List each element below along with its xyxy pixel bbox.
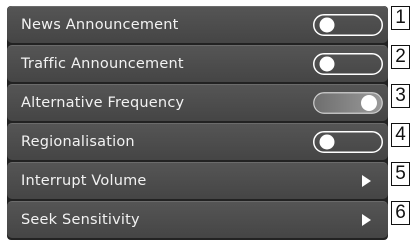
setting-label: Traffic Announcement xyxy=(21,56,184,72)
setting-row-seek-sensitivity[interactable]: Seek Sensitivity xyxy=(7,201,388,238)
callout-number: 5 xyxy=(391,162,410,186)
setting-label: Interrupt Volume xyxy=(21,173,147,189)
callout-number: 4 xyxy=(391,123,410,147)
callout-number: 1 xyxy=(391,6,410,30)
callout-number: 3 xyxy=(391,84,410,108)
setting-row-traffic-announcement[interactable]: Traffic Announcement xyxy=(7,45,388,82)
toggle-switch-off[interactable] xyxy=(313,131,383,153)
chevron-right-icon xyxy=(361,214,371,226)
setting-label: Seek Sensitivity xyxy=(21,212,140,228)
setting-row-news-announcement[interactable]: News Announcement xyxy=(7,6,388,43)
toggle-switch-on[interactable] xyxy=(313,92,383,114)
toggle-switch-off[interactable] xyxy=(313,53,383,75)
callout-number: 6 xyxy=(391,201,410,225)
setting-label: Alternative Frequency xyxy=(21,95,185,111)
setting-label: Regionalisation xyxy=(21,134,135,150)
setting-row-alternative-frequency[interactable]: Alternative Frequency xyxy=(7,84,388,121)
toggle-switch-off[interactable] xyxy=(313,14,383,36)
setting-label: News Announcement xyxy=(21,17,179,33)
chevron-right-icon xyxy=(361,175,371,187)
callout-number: 2 xyxy=(391,45,410,69)
setting-row-interrupt-volume[interactable]: Interrupt Volume xyxy=(7,162,388,199)
settings-list: News Announcement Traffic Announcement A… xyxy=(7,6,388,240)
setting-row-regionalisation[interactable]: Regionalisation xyxy=(7,123,388,160)
